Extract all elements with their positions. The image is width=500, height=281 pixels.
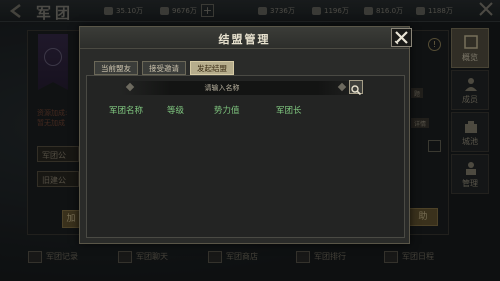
tab-initiate-alliance[interactable]: 发起结盟 [190,61,234,75]
tab-accept-invitations[interactable]: 接受邀请 [142,61,186,75]
column-header-legion-name: 军团名称 [109,106,144,116]
dialog-title: 结盟管理 [218,33,271,46]
alliance-content-panel: 军团名称 等级 势力值 军团长 [86,75,405,238]
close-icon [394,31,408,45]
column-header-leader: 军团长 [276,106,302,116]
search-icon [351,85,362,96]
tab-current-allies[interactable]: 当前盟友 [94,61,138,75]
table-header: 军团名称 等级 势力值 军团长 [87,104,404,118]
dialog-tabs: 当前盟友 接受邀请 发起结盟 [94,61,234,75]
search-button[interactable] [349,80,363,96]
legion-name-search-input[interactable] [131,81,313,95]
alliance-management-dialog: 结盟管理 当前盟友 接受邀请 发起结盟 军团名称 等级 势力值 军团长 [79,26,412,244]
dialog-close-button[interactable] [391,28,412,47]
column-header-power: 势力值 [214,106,240,116]
dialog-header: 结盟管理 [80,27,409,49]
column-header-level: 等级 [167,106,185,116]
